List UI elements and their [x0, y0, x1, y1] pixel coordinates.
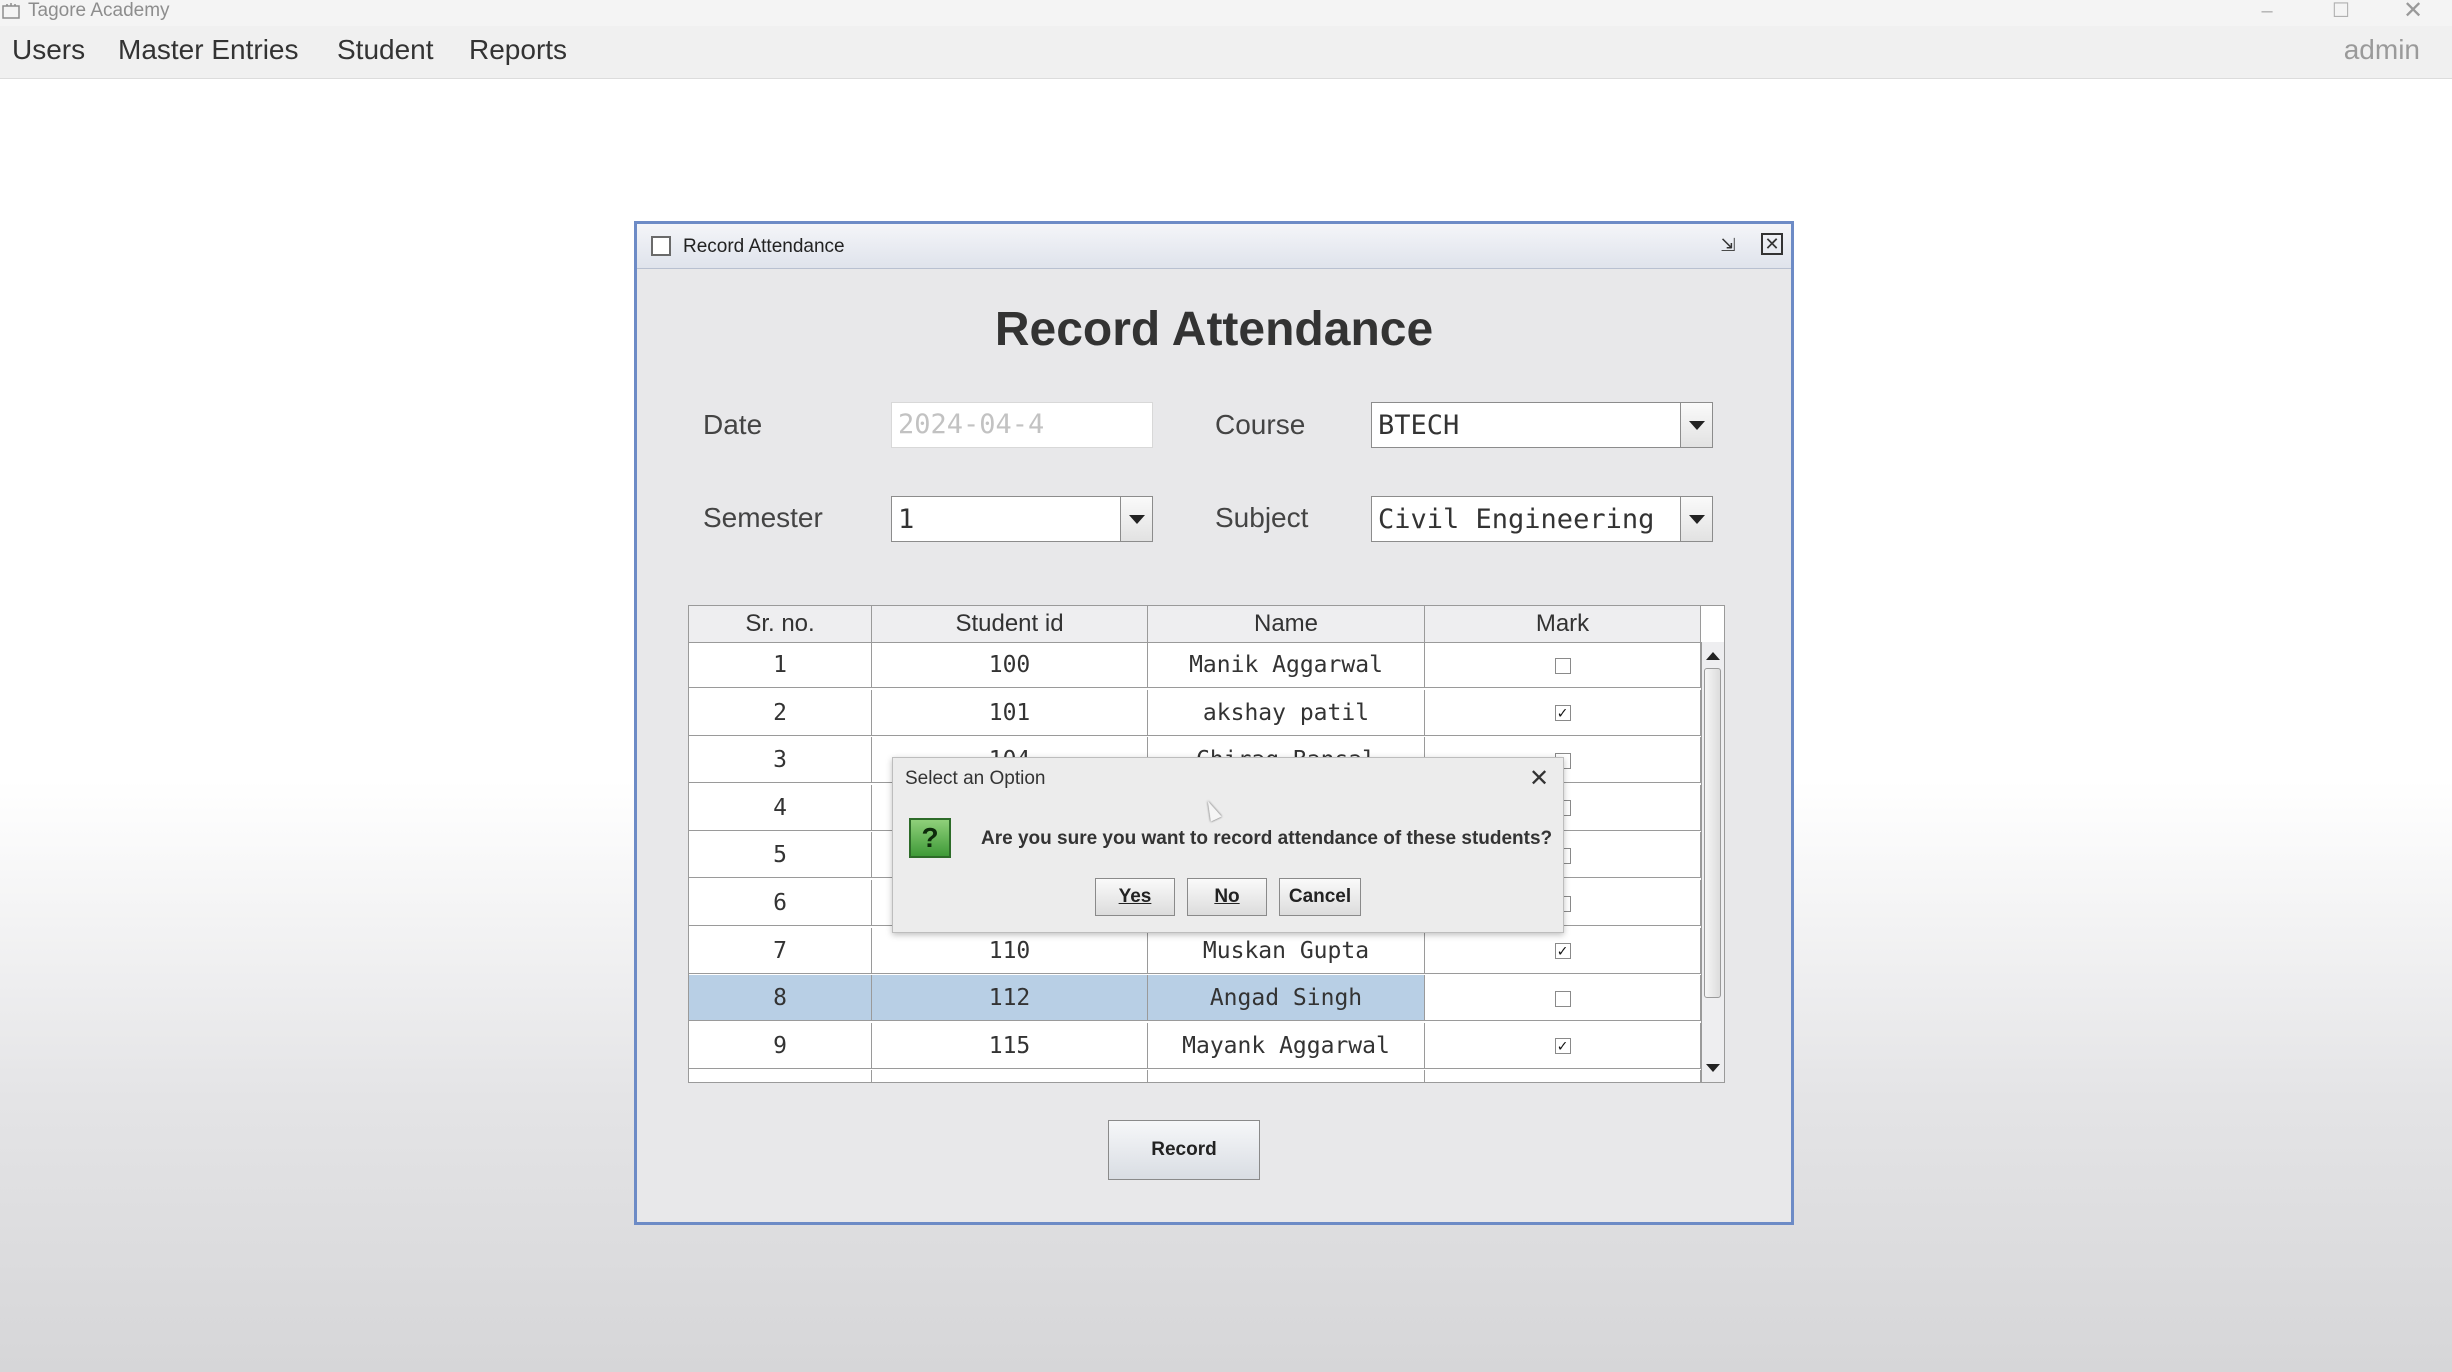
cell-name[interactable]: Muskan Gupta [1148, 927, 1425, 973]
table-row[interactable]: 9 115 Mayank Aggarwal ✓ [689, 1022, 1701, 1069]
window-titlebar[interactable]: Record Attendance ⇲ ✕ [637, 224, 1791, 269]
window-title: Record Attendance [683, 236, 845, 257]
cell-sr-no[interactable]: 3 [689, 737, 872, 783]
chevron-down-icon[interactable] [1120, 497, 1152, 541]
cell-sr-no[interactable]: 5 [689, 832, 872, 878]
course-label: Course [1215, 409, 1306, 440]
semester-label: Semester [703, 502, 823, 533]
cell-name[interactable]: Manik Aggarwal [1148, 642, 1425, 687]
cell-sr-no[interactable]: 6 [689, 880, 872, 925]
confirm-dialog: Select an Option ✕ ? Are you sure you wa… [892, 757, 1564, 933]
column-header-student-id[interactable]: Student id [872, 606, 1148, 642]
page-title: Record Attendance [994, 303, 1434, 356]
cell-student-id[interactable]: 117 [872, 1070, 1148, 1082]
cell-sr-no[interactable]: 2 [689, 689, 872, 735]
cell-mark: ✓ [1425, 1022, 1701, 1068]
chevron-down-icon[interactable] [1680, 403, 1712, 447]
scroll-thumb[interactable] [1704, 668, 1721, 998]
current-user-label: admin [2343, 34, 2420, 65]
cell-sr-no[interactable]: 1 [689, 642, 872, 687]
close-button[interactable]: ✕ [2398, 0, 2428, 23]
cell-sr-no[interactable]: 10 [689, 1070, 872, 1082]
menu-reports[interactable]: Reports [469, 34, 567, 66]
mark-checkbox[interactable] [1554, 990, 1571, 1007]
menu-master-entries[interactable]: Master Entries [118, 34, 299, 66]
table-row[interactable]: 10117yadav singh✓ [689, 1070, 1701, 1082]
app-titlebar: Tagore Academy – ☐ ✕ [0, 0, 2452, 26]
table-row[interactable]: 8 112 Angad Singh [689, 975, 1701, 1022]
date-field[interactable]: 2024-04-4 [891, 402, 1153, 448]
cell-student-id[interactable]: 110 [872, 927, 1148, 973]
column-header-mark[interactable]: Mark [1425, 606, 1701, 642]
yes-button[interactable]: Yes [1095, 878, 1175, 916]
record-button[interactable]: Record [1108, 1120, 1260, 1180]
window-close-icon[interactable]: ✕ [1761, 233, 1783, 255]
table-header: Sr. no. Student id Name Mark [689, 606, 1701, 643]
cell-name[interactable]: Mayank Aggarwal [1148, 1022, 1425, 1068]
semester-selected-value: 1 [898, 504, 915, 535]
semester-select[interactable]: 1 [891, 496, 1153, 542]
cell-name[interactable]: akshay patil [1148, 689, 1425, 735]
table-row[interactable]: 1 100 Manik Aggarwal [689, 642, 1701, 688]
cell-mark: ✓ [1425, 927, 1701, 973]
cell-name[interactable]: Angad Singh [1148, 975, 1425, 1021]
cancel-button[interactable]: Cancel [1279, 878, 1361, 916]
question-icon: ? [909, 818, 951, 858]
mark-checkbox[interactable]: ✓ [1554, 705, 1571, 722]
dialog-title: Select an Option [905, 768, 1046, 789]
no-button[interactable]: No [1187, 878, 1267, 916]
scroll-up-icon[interactable] [1706, 652, 1720, 660]
cell-mark [1425, 975, 1701, 1021]
table-row[interactable]: 7 110 Muskan Gupta ✓ [689, 927, 1701, 974]
course-selected-value: BTECH [1378, 410, 1460, 441]
cell-mark: ✓ [1425, 689, 1701, 735]
maximize-button[interactable]: ☐ [2326, 0, 2356, 22]
java-app-icon [2, 3, 20, 19]
subject-selected-value: Civil Engineering [1378, 504, 1655, 535]
cell-mark: ✓ [1425, 1070, 1701, 1082]
cell-student-id[interactable]: 112 [872, 975, 1148, 1021]
scroll-down-icon[interactable] [1706, 1064, 1720, 1072]
cell-student-id[interactable]: 115 [872, 1022, 1148, 1068]
dialog-message: Are you sure you want to record attendan… [981, 828, 1553, 849]
frame-icon [651, 236, 671, 256]
table-row[interactable]: 2 101 akshay patil ✓ [689, 689, 1701, 736]
app-title: Tagore Academy [28, 0, 170, 21]
cell-sr-no[interactable]: 7 [689, 927, 872, 973]
column-header-name[interactable]: Name [1148, 606, 1425, 642]
menu-bar: Users Master Entries Student Reports adm… [0, 26, 2452, 79]
cell-student-id[interactable]: 101 [872, 689, 1148, 735]
minimize-button[interactable]: – [2252, 0, 2282, 22]
record-attendance-window: Record Attendance ⇲ ✕ Record Attendance … [634, 221, 1794, 1225]
course-select[interactable]: BTECH [1371, 402, 1713, 448]
table-scrollbar[interactable] [1701, 642, 1724, 1082]
cell-sr-no[interactable]: 8 [689, 975, 872, 1021]
dialog-close-icon[interactable]: ✕ [1529, 764, 1549, 793]
cell-mark [1425, 642, 1701, 687]
menu-users[interactable]: Users [12, 34, 85, 66]
cell-sr-no[interactable]: 9 [689, 1022, 872, 1068]
menu-student[interactable]: Student [337, 34, 434, 66]
mark-checkbox[interactable]: ✓ [1554, 1038, 1571, 1055]
chevron-down-icon[interactable] [1680, 497, 1712, 541]
subject-label: Subject [1215, 502, 1309, 533]
cell-sr-no[interactable]: 4 [689, 784, 872, 830]
date-label: Date [703, 409, 763, 440]
subject-select[interactable]: Civil Engineering [1371, 496, 1713, 542]
cell-student-id[interactable]: 100 [872, 642, 1148, 687]
mark-checkbox[interactable] [1554, 657, 1571, 674]
cell-name[interactable]: yadav singh [1148, 1070, 1425, 1082]
mark-checkbox[interactable]: ✓ [1554, 943, 1571, 960]
column-header-sr-no[interactable]: Sr. no. [689, 606, 872, 642]
restore-icon[interactable]: ⇲ [1717, 234, 1739, 256]
